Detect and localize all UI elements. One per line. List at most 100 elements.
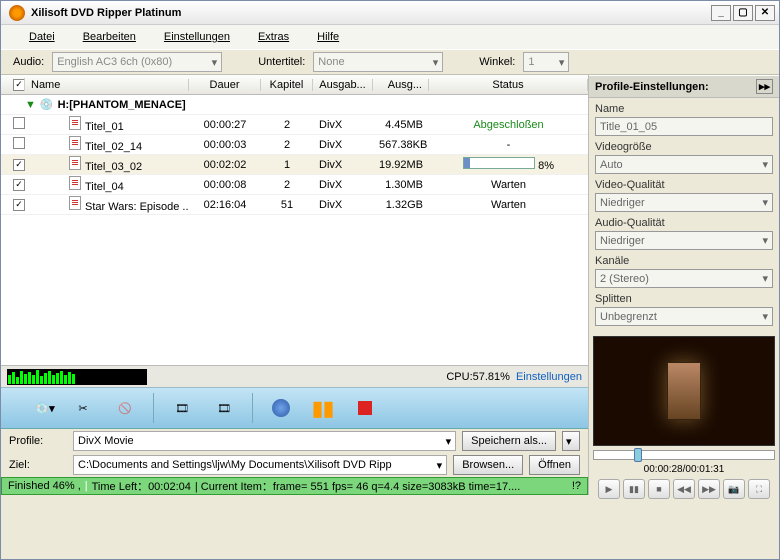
table-row[interactable]: Titel_02_14 00:00:03 2 DivX 567.38KB - [1, 135, 588, 155]
angle-select[interactable]: 1▾ [523, 52, 569, 72]
play-button[interactable]: ▶ [598, 479, 620, 499]
audio-bar: Audio: English AC3 6ch (0x80)▾ Untertite… [1, 49, 779, 75]
col-chapter[interactable]: Kapitel [261, 79, 313, 91]
aqual-label: Audio-Qualität [595, 217, 773, 229]
cut-button[interactable]: ✂ [69, 394, 97, 422]
browse-button[interactable]: Browsen... [453, 455, 523, 475]
open-button[interactable]: Öffnen [529, 455, 580, 475]
col-name[interactable]: Name [25, 79, 189, 91]
load-dvd-button[interactable]: 💿▾ [11, 394, 55, 422]
profile-select[interactable]: DivX Movie▾ [73, 431, 456, 451]
row-checkbox[interactable]: ✓ [13, 199, 25, 211]
vqual-label: Video-Qualität [595, 179, 773, 191]
col-size[interactable]: Ausg... [373, 79, 429, 91]
chevron-down-icon: ▾ [206, 56, 218, 69]
cpu-settings-link[interactable]: Einstellungen [516, 371, 582, 383]
stop-preview-button[interactable]: ■ [648, 479, 670, 499]
chevron-down-icon: ▾ [762, 158, 768, 171]
file-icon [69, 176, 81, 190]
col-status[interactable]: Status [429, 79, 588, 91]
titlebar: Xilisoft DVD Ripper Platinum _ ▢ ✕ [1, 1, 779, 25]
pause-preview-button[interactable]: ▮▮ [623, 479, 645, 499]
chevron-down-icon: ▾ [437, 459, 443, 472]
chevron-down-icon: ▾ [762, 196, 768, 209]
close-button[interactable]: ✕ [755, 5, 775, 21]
clip-button[interactable]: 🎞 [168, 394, 196, 422]
vqual-select[interactable]: Niedriger▾ [595, 193, 773, 212]
audio-select[interactable]: English AC3 6ch (0x80)▾ [52, 52, 222, 72]
row-checkbox[interactable] [13, 117, 25, 129]
pause-button[interactable]: ▮▮ [309, 394, 337, 422]
dest-input[interactable]: C:\Documents and Settings\ljw\My Documen… [73, 455, 447, 475]
chevron-down-icon: ▾ [762, 310, 768, 323]
menu-file[interactable]: Datei [29, 31, 55, 43]
chevron-down-icon: ▾ [446, 435, 452, 448]
subtitle-select[interactable]: None▾ [313, 52, 443, 72]
snapshot-button[interactable]: 📷 [723, 479, 745, 499]
table-header: ✓ Name Dauer Kapitel Ausgab... Ausg... S… [1, 75, 588, 95]
cpu-bar: CPU:57.81% Einstellungen [1, 365, 588, 387]
col-format[interactable]: Ausgab... [313, 79, 373, 91]
col-duration[interactable]: Dauer [189, 79, 261, 91]
save-as-button[interactable]: Speichern als... [462, 431, 556, 451]
stop-button[interactable] [351, 394, 379, 422]
table-row[interactable]: ✓ Titel_04 00:00:08 2 DivX 1.30MB Warten [1, 175, 588, 195]
expand-panel-button[interactable]: ▸▸ [756, 79, 773, 94]
file-icon [69, 116, 81, 130]
fullscreen-button[interactable]: ⛶ [748, 479, 770, 499]
status-timeleft: Time Left：00:02:04 [92, 478, 191, 494]
chan-label: Kanäle [595, 255, 773, 267]
split-select[interactable]: Unbegrenzt▾ [595, 307, 773, 326]
row-checkbox[interactable] [13, 137, 25, 149]
maximize-button[interactable]: ▢ [733, 5, 753, 21]
disc-row[interactable]: ▼💿H:[PHANTOM_MENACE] [1, 95, 588, 115]
cpu-label: CPU:57.81% [446, 371, 510, 383]
status-ext[interactable]: !? [572, 480, 581, 492]
profile-menu-button[interactable]: ▾ [562, 431, 580, 451]
profile-row: Profile: DivX Movie▾ Speichern als... ▾ [1, 429, 588, 453]
seek-knob[interactable] [634, 448, 642, 462]
vsize-label: Videogröße [595, 141, 773, 153]
app-logo-icon [9, 5, 25, 21]
chevron-down-icon: ▾ [553, 56, 565, 69]
add-clip-button[interactable]: 🎞 [210, 394, 238, 422]
menu-help[interactable]: Hilfe [317, 31, 339, 43]
split-label: Splitten [595, 293, 773, 305]
expand-icon[interactable]: ▼ [25, 99, 36, 111]
chevron-down-icon: ▾ [762, 272, 768, 285]
dest-row: Ziel: C:\Documents and Settings\ljw\My D… [1, 453, 588, 477]
file-icon [69, 196, 81, 210]
window-title: Xilisoft DVD Ripper Platinum [31, 7, 711, 19]
record-button[interactable] [267, 394, 295, 422]
profile-label: Profile: [9, 435, 67, 447]
menu-extras[interactable]: Extras [258, 31, 289, 43]
preview-seek[interactable] [593, 450, 775, 460]
status-finished: Finished 46% , [8, 480, 81, 492]
menu-edit[interactable]: Bearbeiten [83, 31, 136, 43]
next-button[interactable]: ▶▶ [698, 479, 720, 499]
table-row[interactable]: ✓ Titel_03_02 00:02:02 1 DivX 19.92MB 8% [1, 155, 588, 175]
disc-label: H:[PHANTOM_MENACE] [58, 99, 186, 111]
aqual-select[interactable]: Niedriger▾ [595, 231, 773, 250]
chevron-down-icon: ▾ [427, 56, 439, 69]
cant-button[interactable]: 🚫 [111, 394, 139, 422]
table-row[interactable]: Titel_01 00:00:27 2 DivX 4.45MB Abgeschl… [1, 115, 588, 135]
file-icon [69, 156, 81, 170]
table-body: ▼💿H:[PHANTOM_MENACE] Titel_01 00:00:27 2… [1, 95, 588, 365]
prev-button[interactable]: ◀◀ [673, 479, 695, 499]
menu-settings[interactable]: Einstellungen [164, 31, 230, 43]
vsize-select[interactable]: Auto▾ [595, 155, 773, 174]
row-checkbox[interactable]: ✓ [13, 159, 25, 171]
chevron-down-icon: ▾ [762, 234, 768, 247]
table-row[interactable]: ✓ Star Wars: Episode ... 02:16:04 51 Div… [1, 195, 588, 215]
file-icon [69, 136, 81, 150]
audio-label: Audio: [13, 56, 44, 68]
minimize-button[interactable]: _ [711, 5, 731, 21]
name-field[interactable]: Title_01_05 [595, 117, 773, 136]
angle-label: Winkel: [479, 56, 515, 68]
row-checkbox[interactable]: ✓ [13, 179, 25, 191]
checkbox-all[interactable]: ✓ [13, 79, 25, 91]
chan-select[interactable]: 2 (Stereo)▾ [595, 269, 773, 288]
main-toolbar: 💿▾ ✂ 🚫 🎞 🎞 ▮▮ [1, 387, 588, 429]
preview-time: 00:00:28/00:01:31 [593, 464, 775, 475]
